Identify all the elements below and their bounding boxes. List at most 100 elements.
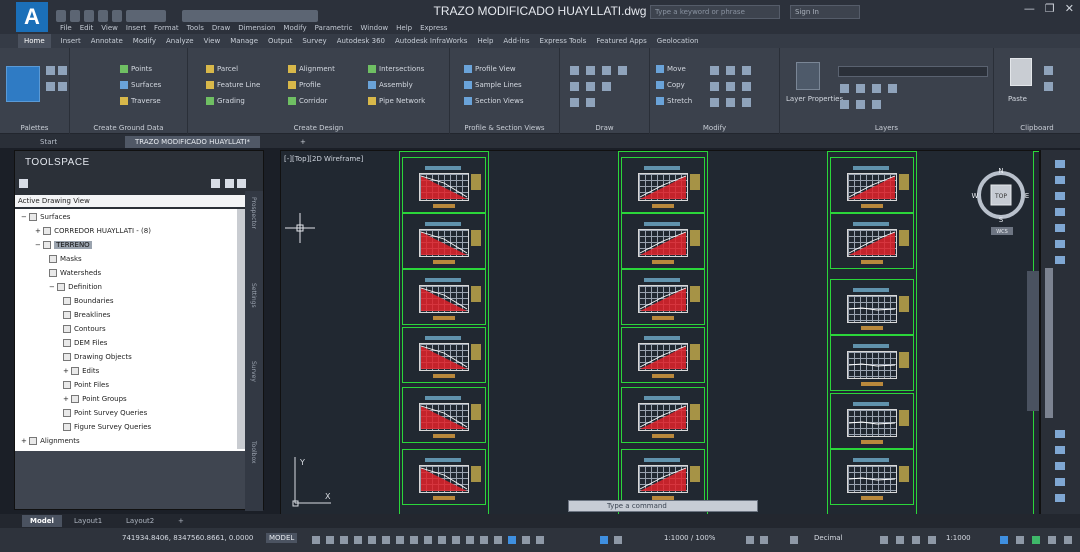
ribbon-tab-insert[interactable]: Insert xyxy=(61,34,81,48)
layer-lock-icon[interactable] xyxy=(888,84,897,93)
cursor-coordinates[interactable]: 741934.8406, 8347560.8661, 0.0000 xyxy=(122,534,253,542)
menu-edit[interactable]: Edit xyxy=(80,22,94,34)
palette-icon-9[interactable] xyxy=(1055,446,1065,454)
view-select-dropdown[interactable]: Active Drawing View xyxy=(15,195,247,207)
new-icon[interactable] xyxy=(56,10,66,22)
sign-in-button[interactable]: Sign In xyxy=(790,5,860,19)
menu-format[interactable]: Format xyxy=(154,22,179,34)
quick-properties-icon[interactable] xyxy=(880,536,888,544)
circle-icon[interactable] xyxy=(602,66,611,75)
ribbon-tab-survey[interactable]: Survey xyxy=(302,34,326,48)
ribbon-tab-home[interactable]: Home xyxy=(18,34,51,48)
menu-express[interactable]: Express xyxy=(420,22,447,34)
palette-icon-2[interactable] xyxy=(1055,176,1065,184)
profile-sheet-thumbnail[interactable] xyxy=(402,269,486,325)
copy-clip-icon[interactable] xyxy=(1044,82,1053,91)
profile-sheet-thumbnail[interactable] xyxy=(830,157,914,213)
tab-survey[interactable]: Survey xyxy=(250,361,257,382)
scale-icon[interactable] xyxy=(710,98,719,107)
make-current-icon[interactable] xyxy=(840,100,849,109)
toolspace-refresh-icon[interactable] xyxy=(211,179,220,188)
parcel-button[interactable]: Parcel xyxy=(206,64,238,74)
profile-sheet-thumbnail[interactable] xyxy=(830,279,914,335)
save-icon[interactable] xyxy=(84,10,94,22)
tree-item-point-groups[interactable]: + Point Groups xyxy=(63,393,127,405)
lock-ui-icon[interactable] xyxy=(614,536,622,544)
text-icon[interactable] xyxy=(602,82,611,91)
palette-icon-8[interactable] xyxy=(1055,430,1065,438)
status-green-icon[interactable] xyxy=(1032,536,1040,544)
palette-icon-3[interactable] xyxy=(1055,192,1065,200)
object-snap-icon[interactable] xyxy=(396,536,404,544)
viewcube-icon[interactable]: TOP N S W E WCS xyxy=(971,165,1031,237)
tree-expander[interactable]: + xyxy=(21,437,29,445)
status-menu-icon[interactable] xyxy=(1064,536,1072,544)
palette-icon-11[interactable] xyxy=(1055,478,1065,486)
feature-line-button[interactable]: Feature Line xyxy=(206,80,260,90)
menu-view[interactable]: View xyxy=(101,22,118,34)
lineweight-icon[interactable] xyxy=(410,536,418,544)
drawing-viewport[interactable]: [-][Top][2D Wireframe] TOP N S W E WCS Y… xyxy=(280,150,1040,520)
tool-palettes-icon[interactable] xyxy=(58,82,67,91)
layer-previous-icon[interactable] xyxy=(872,100,881,109)
right-palette-scrollbar[interactable] xyxy=(1045,268,1053,418)
tree-item-definition[interactable]: − Definition xyxy=(49,281,102,293)
dynamic-ucs-icon[interactable] xyxy=(466,536,474,544)
layer-properties-button[interactable] xyxy=(796,62,820,90)
point-icon[interactable] xyxy=(586,98,595,107)
selection-cycling-icon[interactable] xyxy=(438,536,446,544)
tab-toolbox[interactable]: Toolbox xyxy=(250,441,257,464)
navigation-bar[interactable] xyxy=(1027,271,1039,411)
section-views-button[interactable]: Section Views xyxy=(464,96,524,106)
grading-button[interactable]: Grading xyxy=(206,96,245,106)
minimize-button[interactable]: — xyxy=(1024,2,1035,15)
array-icon[interactable] xyxy=(726,98,735,107)
explode-icon[interactable] xyxy=(742,82,751,91)
ribbon-tab-add-ins[interactable]: Add-ins xyxy=(503,34,529,48)
isodraft-icon[interactable] xyxy=(368,536,376,544)
tree-item-contours[interactable]: Contours xyxy=(63,323,106,335)
ribbon-tab-analyze[interactable]: Analyze xyxy=(166,34,194,48)
polyline-icon[interactable] xyxy=(586,66,595,75)
menu-dimension[interactable]: Dimension xyxy=(238,22,275,34)
annotation-visibility-icon[interactable] xyxy=(508,536,516,544)
tree-item-figure-survey-queries[interactable]: Figure Survey Queries xyxy=(63,421,151,433)
layer-isolate-icon[interactable] xyxy=(856,84,865,93)
tree-item-corredor-huayllati-8[interactable]: + CORREDOR HUAYLLATI - (8) xyxy=(35,225,151,237)
viewport-controls-label[interactable]: [-][Top][2D Wireframe] xyxy=(284,155,363,163)
move-button[interactable]: Move xyxy=(656,64,686,74)
menu-parametric[interactable]: Parametric xyxy=(315,22,353,34)
search-input[interactable]: Type a keyword or phrase xyxy=(650,5,780,19)
profile-sheet-thumbnail[interactable] xyxy=(621,327,705,383)
tree-item-watersheds[interactable]: Watersheds xyxy=(49,267,101,279)
palette-icon-10[interactable] xyxy=(1055,462,1065,470)
layer-off-icon[interactable] xyxy=(840,84,849,93)
tab-model[interactable]: Model xyxy=(22,515,62,527)
profile-sheet-thumbnail[interactable] xyxy=(402,449,486,505)
surfaces-button[interactable]: Surfaces xyxy=(120,80,161,90)
ribbon-tab-featured-apps[interactable]: Featured Apps xyxy=(596,34,646,48)
corridor-button[interactable]: Corridor xyxy=(288,96,327,106)
layer-freeze-icon[interactable] xyxy=(872,84,881,93)
profile-sheet-thumbnail[interactable] xyxy=(830,335,914,391)
grid-icon[interactable] xyxy=(312,536,320,544)
ribbon-tab-autodesk-360[interactable]: Autodesk 360 xyxy=(337,34,385,48)
properties-icon[interactable] xyxy=(46,66,55,75)
lock-icon[interactable] xyxy=(896,536,904,544)
traverse-button[interactable]: Traverse xyxy=(120,96,161,106)
toolspace-menu-icon[interactable] xyxy=(19,179,28,188)
arc-icon[interactable] xyxy=(618,66,627,75)
open-icon[interactable] xyxy=(70,10,80,22)
palette-icon-12[interactable] xyxy=(1055,494,1065,502)
menu-modify[interactable]: Modify xyxy=(283,22,306,34)
palette-icon-4[interactable] xyxy=(1055,208,1065,216)
tree-item-point-survey-queries[interactable]: Point Survey Queries xyxy=(63,407,147,419)
menu-insert[interactable]: Insert xyxy=(126,22,146,34)
tree-expander[interactable]: + xyxy=(35,227,43,235)
maximize-button[interactable]: ❐ xyxy=(1045,2,1055,15)
tab-layout2[interactable]: Layout2 xyxy=(118,515,162,527)
toolspace-close-icon[interactable] xyxy=(237,179,246,188)
profile-sheet-thumbnail[interactable] xyxy=(402,387,486,443)
assembly-button[interactable]: Assembly xyxy=(368,80,413,90)
profile-sheet-thumbnail[interactable] xyxy=(830,449,914,505)
